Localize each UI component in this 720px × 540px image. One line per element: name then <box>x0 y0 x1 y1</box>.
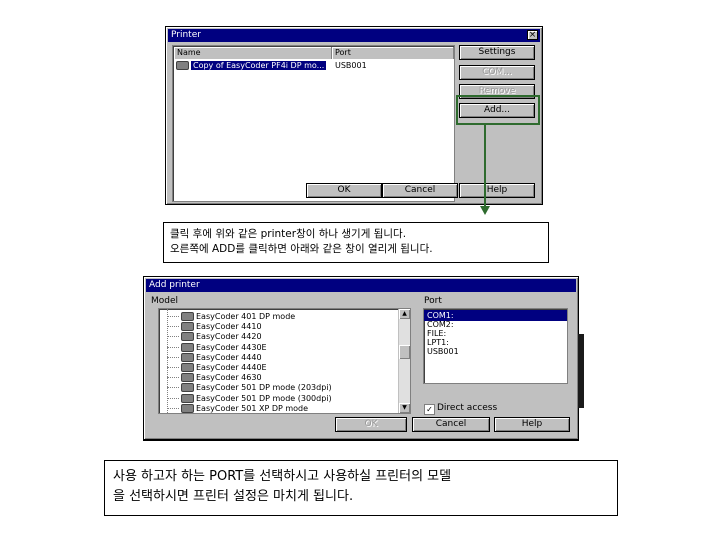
model-scrollbar[interactable]: ▲ ▼ <box>398 309 410 413</box>
printer-port: USB001 <box>335 61 367 70</box>
port-list-item[interactable]: USB001 <box>424 346 567 357</box>
printer-name: Copy of EasyCoder PF4i DP mo... <box>191 61 327 70</box>
printer-icon <box>181 332 194 342</box>
add-printer-dialog: Add printer Model Port EasyCoder 401 DP … <box>143 276 579 441</box>
scroll-down-icon[interactable]: ▼ <box>399 403 410 413</box>
model-name: EasyCoder 4420 <box>196 332 262 342</box>
printer-icon <box>181 312 194 321</box>
tree-branch-icon <box>167 336 179 338</box>
settings-button[interactable]: Settings <box>459 45 535 60</box>
model-name: EasyCoder 501 DP mode (300dpi) <box>196 393 332 403</box>
printer-row[interactable]: Copy of EasyCoder PF4i DP mo... USB001 <box>173 60 454 71</box>
model-name: EasyCoder 501 DP mode (203dpi) <box>196 383 332 393</box>
add-ok-button[interactable]: OK <box>335 417 407 432</box>
printer-dialog-title: Printer <box>171 30 201 40</box>
model-name: EasyCoder 4630 <box>196 373 262 383</box>
model-name: EasyCoder 401 DP mode <box>196 312 296 321</box>
checkmark-icon: ✓ <box>426 405 433 414</box>
cancel-button[interactable]: Cancel <box>382 183 458 198</box>
printer-icon <box>181 383 194 393</box>
model-list-item[interactable]: EasyCoder 501 XP DP mode <box>159 403 410 413</box>
caption-instructions-2: 사용 하고자 하는 PORT를 선택하시고 사용하실 프린터의 모델 을 선택하… <box>104 460 618 516</box>
tree-branch-icon <box>167 326 179 328</box>
printer-icon <box>181 393 194 403</box>
model-name: EasyCoder 4440E <box>196 363 267 372</box>
port-list[interactable]: COM1: COM2: FILE: LPT1: USB001 <box>423 308 568 384</box>
caption-2-line-1: 사용 하고자 하는 PORT를 선택하시고 사용하실 프린터의 모델 <box>113 469 452 484</box>
printer-list[interactable]: Name Port Copy of EasyCoder PF4i DP mo..… <box>172 45 455 202</box>
printer-icon <box>176 61 189 70</box>
tree-branch-icon <box>167 316 179 317</box>
add-highlight-box <box>456 95 540 125</box>
column-header-name[interactable]: Name <box>174 47 332 59</box>
direct-access-checkbox[interactable]: ✓ <box>424 404 435 415</box>
model-name: EasyCoder 4440 <box>196 352 262 362</box>
tree-branch-icon <box>167 346 179 348</box>
model-name: EasyCoder 4410 <box>196 322 262 332</box>
tree-branch-icon <box>167 356 179 358</box>
add-printer-title: Add printer <box>149 280 200 290</box>
printer-icon <box>181 363 194 372</box>
caption-2-line-2: 을 선택하시면 프린터 설정은 마치게 됩니다. <box>113 489 354 504</box>
model-name: EasyCoder 501 XP DP mode <box>196 403 309 413</box>
tree-branch-icon <box>167 387 179 389</box>
printer-icon <box>181 322 194 332</box>
add-help-button[interactable]: Help <box>494 417 570 432</box>
printer-icon <box>181 352 194 362</box>
tree-branch-icon <box>167 377 179 379</box>
tree-branch-icon <box>167 397 179 399</box>
scroll-thumb[interactable] <box>399 345 410 359</box>
close-icon[interactable]: × <box>527 30 538 40</box>
printer-icon <box>181 373 194 383</box>
printer-icon <box>181 342 194 352</box>
caption-1-line-1: 클릭 후에 위와 같은 printer창이 하나 생기게 됩니다. <box>170 228 407 240</box>
add-cancel-button[interactable]: Cancel <box>412 417 490 432</box>
help-button[interactable]: Help <box>459 183 535 198</box>
column-header-port[interactable]: Port <box>332 47 454 59</box>
model-list[interactable]: EasyCoder 401 DP mode EasyCoder 4410 EasyC… <box>158 308 411 414</box>
scroll-up-icon[interactable]: ▲ <box>399 309 410 319</box>
add-printer-titlebar: Add printer <box>146 279 576 292</box>
caption-instructions-1: 클릭 후에 위와 같은 printer창이 하나 생기게 됩니다. 오른쪽에 A… <box>163 222 549 263</box>
port-label: Port <box>424 296 442 306</box>
printer-icon <box>181 403 194 413</box>
model-label: Model <box>151 296 179 306</box>
tree-branch-icon <box>167 407 179 409</box>
tree-trunk-line <box>167 309 168 413</box>
tree-branch-icon <box>167 367 179 368</box>
direct-access-label[interactable]: Direct access <box>437 403 497 413</box>
model-name: EasyCoder 4430E <box>196 342 267 352</box>
ok-button[interactable]: OK <box>306 183 382 198</box>
com-button[interactable]: COM... <box>459 65 535 80</box>
caption-1-line-2: 오른쪽에 ADD를 클릭하면 아래와 같은 창이 열리게 됩니다. <box>170 243 433 255</box>
printer-dialog-titlebar: Printer × <box>168 29 540 42</box>
pointer-arrow <box>480 124 490 215</box>
dialog-shadow-edge <box>578 334 584 408</box>
